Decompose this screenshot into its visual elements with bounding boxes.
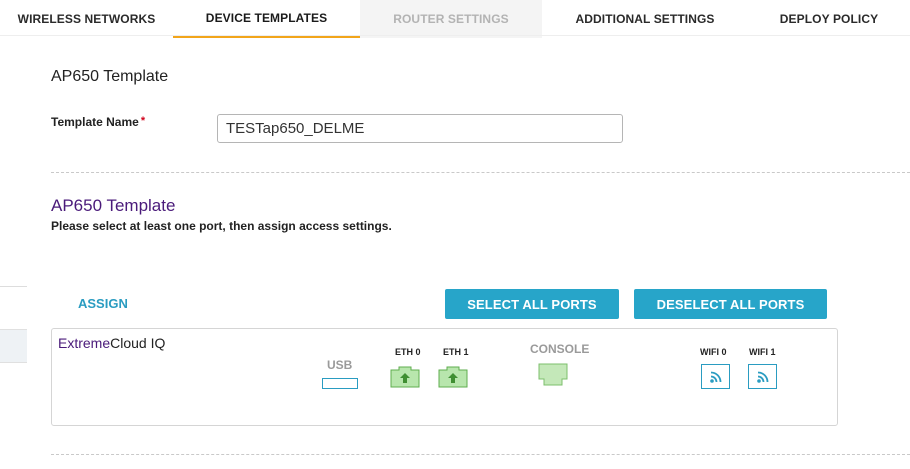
wifi0-port[interactable]: [701, 364, 730, 389]
required-marker: *: [140, 115, 146, 127]
template-name-label: Template Name *: [51, 115, 145, 129]
tab-deploy-policy[interactable]: DEPLOY POLICY: [748, 0, 910, 38]
template-name-input[interactable]: [217, 114, 623, 143]
brand-part-cloud-iq: Cloud IQ: [110, 335, 166, 351]
template-heading: AP650 Template: [51, 196, 176, 215]
bottom-divider: [51, 454, 910, 455]
tab-device-templates[interactable]: DEVICE TEMPLATES: [173, 0, 360, 38]
ethernet-port-icon: [390, 366, 420, 388]
tab-additional-settings[interactable]: ADDITIONAL SETTINGS: [542, 0, 748, 38]
device-port-panel: ExtremeCloud IQ USB ETH 0 ETH 1 CONSOLE …: [51, 328, 838, 426]
eth1-port-label: ETH 1: [443, 347, 469, 357]
sidebar-edge: [0, 286, 27, 363]
deselect-all-ports-button[interactable]: DESELECT ALL PORTS: [634, 289, 827, 319]
tab-divider: [0, 35, 910, 36]
assign-link[interactable]: ASSIGN: [78, 296, 128, 311]
eth0-port[interactable]: [390, 366, 420, 388]
usb-port[interactable]: [322, 378, 358, 389]
tab-router-settings[interactable]: ROUTER SETTINGS: [360, 0, 542, 38]
tab-bar: WIRELESS NETWORKS DEVICE TEMPLATES ROUTE…: [0, 0, 910, 38]
console-port[interactable]: [538, 363, 568, 386]
eth1-port[interactable]: [438, 366, 468, 388]
tab-wireless-networks[interactable]: WIRELESS NETWORKS: [0, 0, 173, 38]
eth0-port-label: ETH 0: [395, 347, 421, 357]
extremecloud-iq-logo: ExtremeCloud IQ: [58, 335, 165, 351]
select-all-ports-button[interactable]: SELECT ALL PORTS: [445, 289, 619, 319]
usb-port-label: USB: [327, 358, 353, 372]
console-port-icon: [538, 363, 568, 386]
wifi-signal-icon: [709, 371, 721, 383]
section-title: AP650 Template: [51, 68, 169, 85]
console-port-label: CONSOLE: [530, 342, 590, 356]
template-instruction: Please select at least one port, then as…: [51, 219, 392, 233]
ethernet-port-icon: [438, 366, 468, 388]
wifi1-port-label: WIFI 1: [749, 347, 776, 357]
wifi0-port-label: WIFI 0: [700, 347, 727, 357]
sidebar-highlight-item[interactable]: [0, 329, 27, 363]
wifi-signal-icon: [756, 371, 768, 383]
template-name-label-text: Template Name: [51, 115, 139, 129]
section-divider: [51, 172, 910, 173]
wifi1-port[interactable]: [748, 364, 777, 389]
brand-part-extreme: Extreme: [58, 335, 111, 351]
